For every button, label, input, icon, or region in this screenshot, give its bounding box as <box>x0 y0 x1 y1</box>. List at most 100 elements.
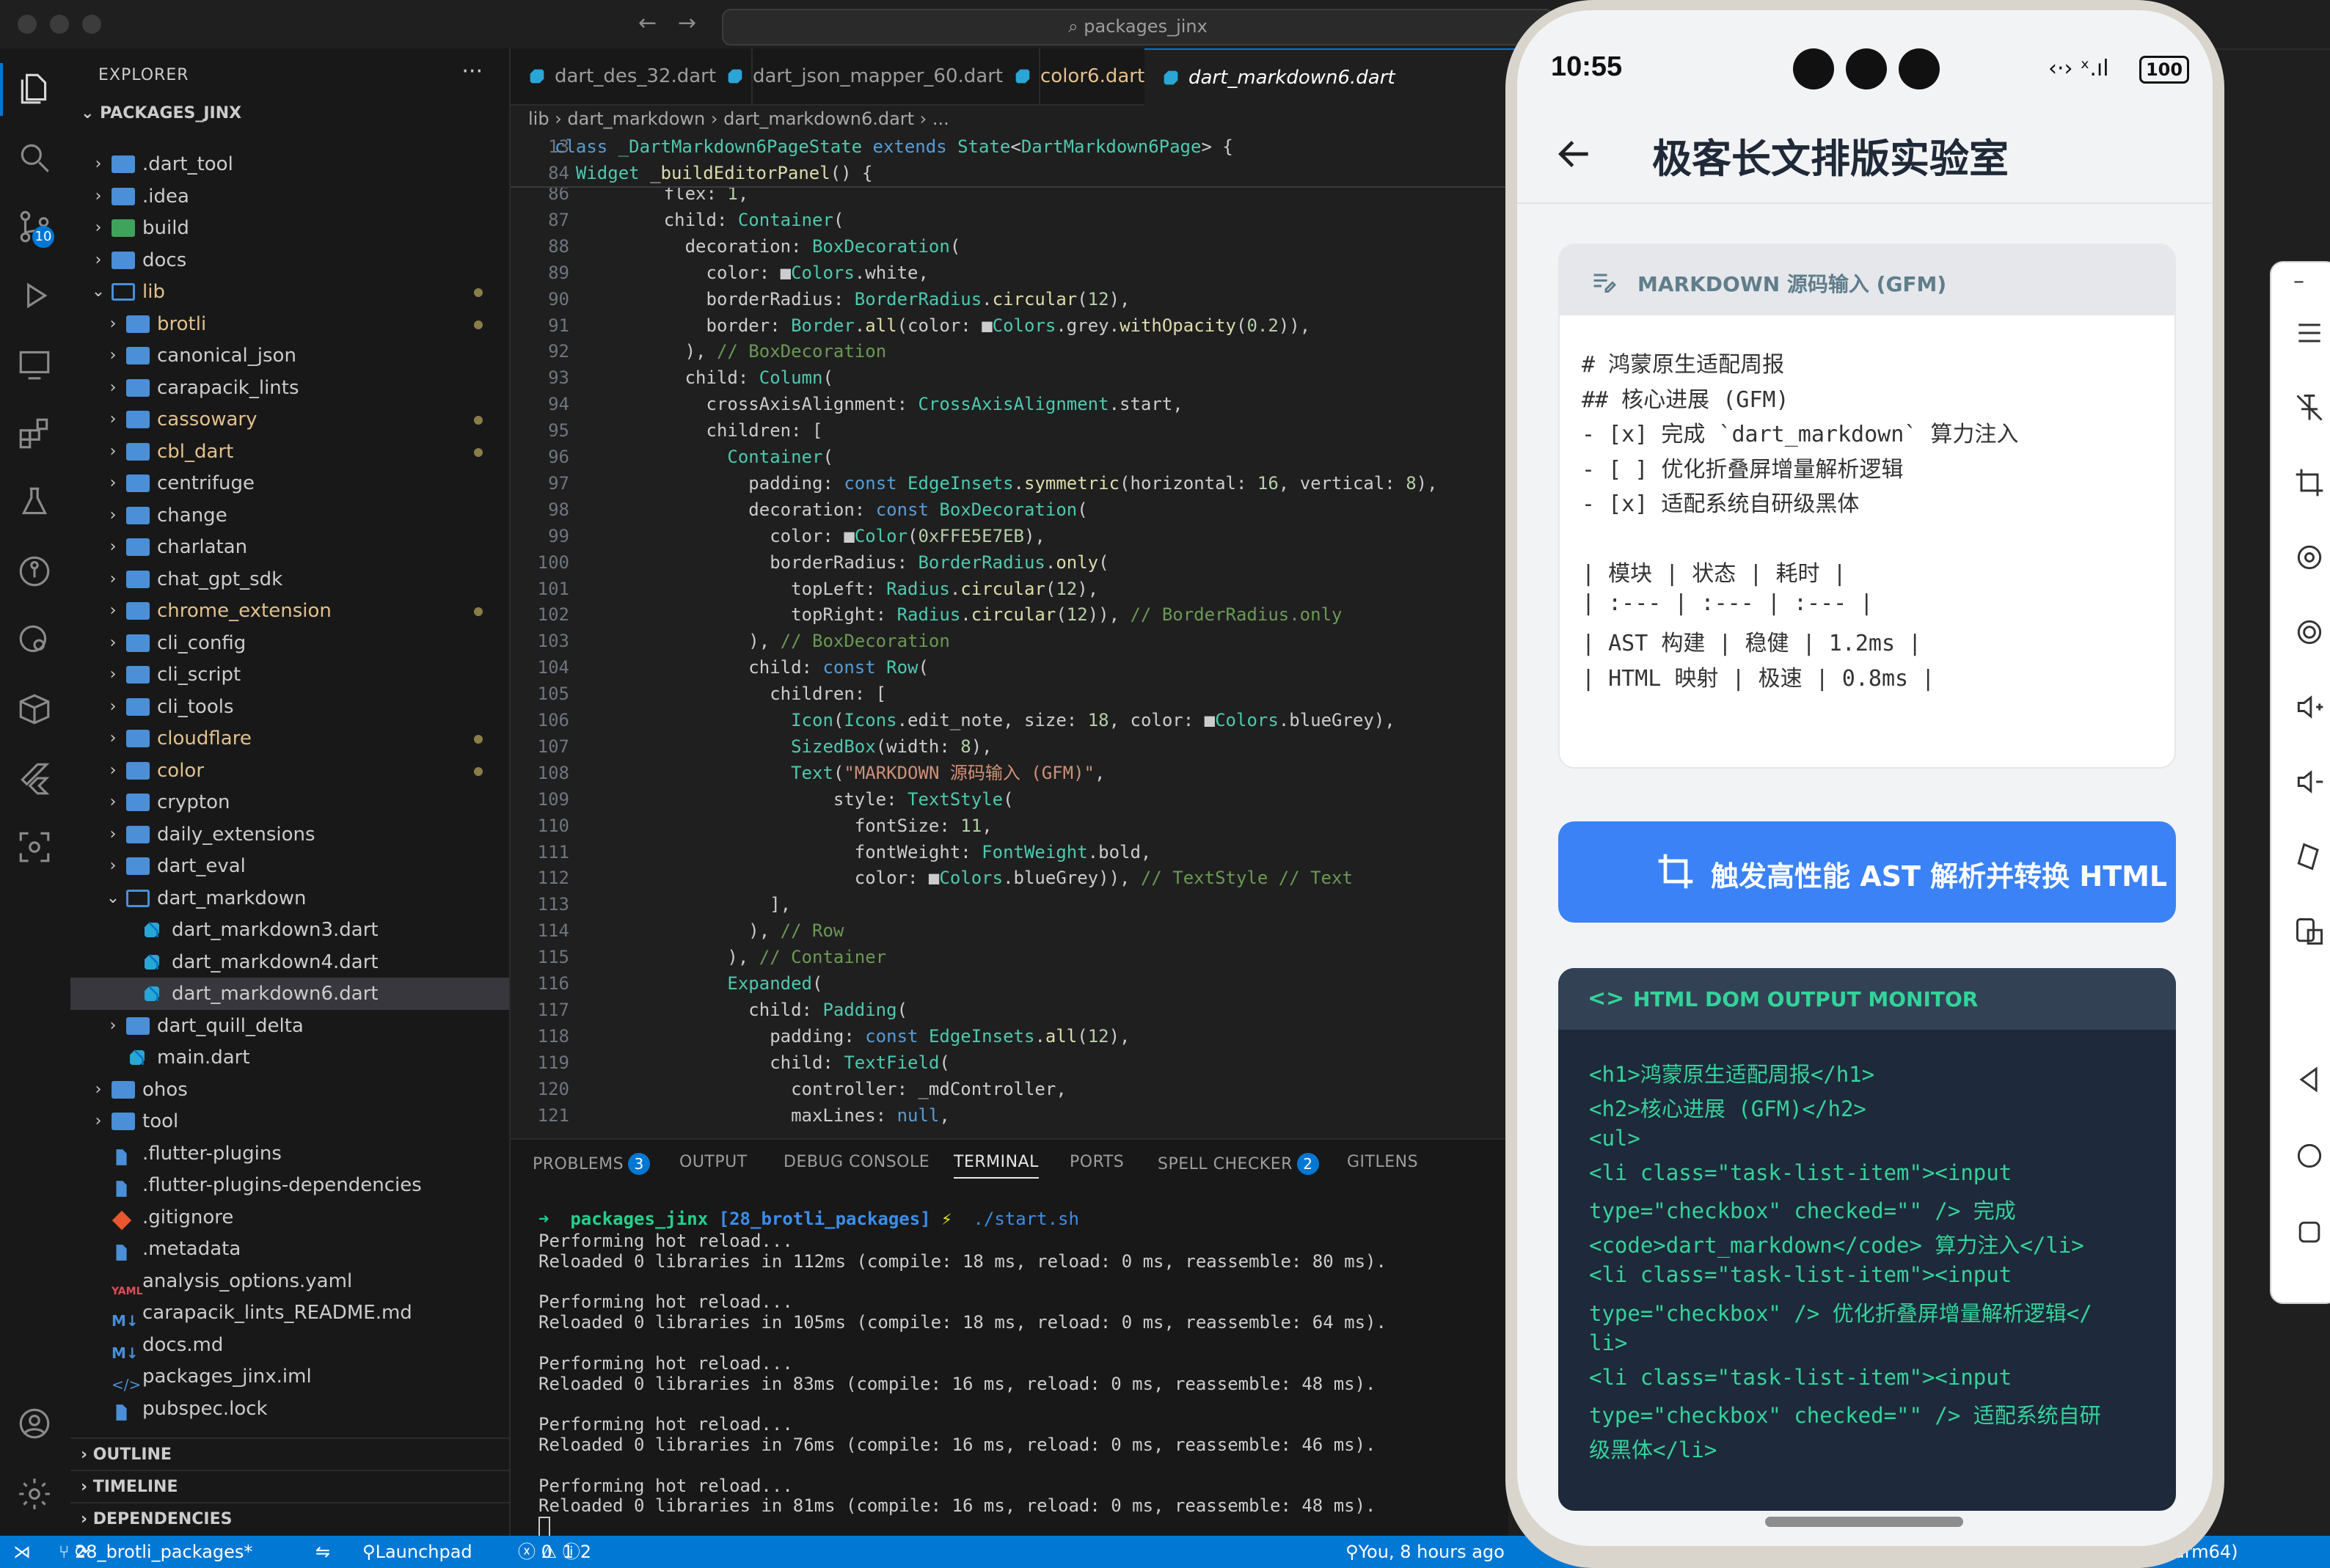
tree-item-pubspec-lock[interactable]: pubspec.lock <box>70 1393 509 1425</box>
tree-item-carapacik-lints-readme-md[interactable]: M↓ carapacik_lints_README.md <box>70 1297 509 1330</box>
tree-item-crypton[interactable]: › crypton <box>70 786 509 818</box>
tree-item-lib[interactable]: ⌄ lib <box>70 276 509 308</box>
code-line[interactable]: 110 fontSize: 11, <box>511 813 1508 839</box>
tree-item-canonical-json[interactable]: › canonical_json <box>70 340 509 372</box>
tree-item-dart-markdown6-dart[interactable]: dart_markdown6.dart <box>70 978 509 1010</box>
code-line[interactable]: 120 controller: _mdController, <box>511 1076 1508 1102</box>
back-arrow-icon[interactable] <box>1554 133 1595 175</box>
code-line[interactable]: 93 child: Column( <box>511 364 1508 391</box>
volume-down-icon[interactable] <box>2293 766 2326 798</box>
code-line[interactable]: 116 Expanded( <box>511 970 1508 997</box>
shake-icon[interactable] <box>2293 840 2326 873</box>
minimize-window-button[interactable] <box>50 15 69 34</box>
code-line[interactable]: 96 Container( <box>511 444 1508 470</box>
panel-tab-terminal[interactable]: TERMINAL <box>954 1153 1039 1179</box>
menu-icon[interactable] <box>2293 317 2326 349</box>
code-line[interactable]: 111 fontWeight: FontWeight.bold, <box>511 839 1508 865</box>
panel-tab-spell-checker[interactable]: SPELL CHECKER 2 <box>1158 1153 1319 1175</box>
volume-up-icon[interactable] <box>2293 691 2326 723</box>
tree-item-daily-extensions[interactable]: › daily_extensions <box>70 818 509 851</box>
tree-item-color[interactable]: › color <box>70 755 509 787</box>
crop-icon[interactable] <box>2293 466 2326 499</box>
tree-item-dart-markdown4-dart[interactable]: dart_markdown4.dart <box>70 946 509 978</box>
home-indicator[interactable] <box>1765 1517 1963 1527</box>
sticky-scroll-line[interactable]: 13 class _DartMarkdown6PageState extends … <box>511 133 1508 161</box>
tree-item-flutter-plugins[interactable]: .flutter-plugins <box>70 1137 509 1170</box>
code-line[interactable]: 119 child: TextField( <box>511 1049 1508 1076</box>
code-line[interactable]: 92 ), // BoxDecoration <box>511 338 1508 364</box>
git-blame-status[interactable]: ⚲ You, 8 hours ago <box>1345 1536 1505 1568</box>
panel-tab-ports[interactable]: PORTS <box>1070 1153 1124 1171</box>
search-icon[interactable] <box>16 139 53 176</box>
parse-convert-button[interactable]: 触发高性能 AST 解析并转换 HTML <box>1558 821 2176 923</box>
close-window-button[interactable] <box>18 15 37 34</box>
home-circle-icon[interactable] <box>2293 1140 2326 1172</box>
tree-item-cli-script[interactable]: › cli_script <box>70 659 509 691</box>
zoom-window-button[interactable] <box>82 15 101 34</box>
code-line[interactable]: 99 color: ■Color(0xFFE5E7EB), <box>511 523 1508 549</box>
tree-item-dart-tool[interactable]: › .dart_tool <box>70 148 509 180</box>
panel-tab-gitlens[interactable]: GITLENS <box>1347 1153 1418 1171</box>
code-line[interactable]: 115 ), // Container <box>511 944 1508 970</box>
code-line[interactable]: 103 ), // BoxDecoration <box>511 628 1508 654</box>
gitlens-inspect-icon[interactable] <box>16 622 53 659</box>
tree-item-centrifuge[interactable]: › centrifuge <box>70 467 509 499</box>
code-line[interactable]: 90 borderRadius: BorderRadius.circular(1… <box>511 286 1508 312</box>
workspace-root[interactable]: ⌄ PACKAGES_JINX <box>81 104 241 122</box>
extensions-icon[interactable] <box>16 415 53 452</box>
remote-icon[interactable]: ⋊ <box>13 1536 31 1568</box>
tree-item-cli-tools[interactable]: › cli_tools <box>70 691 509 723</box>
command-center[interactable]: ⌕ packages_jinx <box>722 9 1554 45</box>
more-actions-icon[interactable]: ··· <box>461 59 483 84</box>
dependencies-section[interactable]: › DEPENDENCIES <box>70 1502 509 1536</box>
rotate-icon[interactable] <box>2293 541 2326 574</box>
testing-icon[interactable] <box>16 484 53 521</box>
tree-item-packages-jinx-iml[interactable]: </> packages_jinx.iml <box>70 1360 509 1393</box>
back-triangle-icon[interactable] <box>2293 1063 2326 1096</box>
sync-icon[interactable]: ⇋ <box>315 1536 330 1568</box>
branch-status[interactable]: ⑂ 28_brotli_packages* ⟳ <box>59 1536 252 1568</box>
tree-item-main-dart[interactable]: main.dart <box>70 1041 509 1074</box>
sticky-scroll-line[interactable]: 84 Widget _buildEditorPanel() { <box>511 160 1508 188</box>
tree-item-brotli[interactable]: › brotli <box>70 308 509 340</box>
code-line[interactable]: 101 topLeft: Radius.circular(12), <box>511 576 1508 602</box>
tree-item-metadata[interactable]: .metadata <box>70 1233 509 1265</box>
timeline-section[interactable]: › TIMELINE <box>70 1470 509 1503</box>
launchpad-status[interactable]: ⚲ Launchpad <box>362 1536 472 1568</box>
account-icon[interactable] <box>16 1405 53 1442</box>
code-line[interactable]: 89 color: ■Colors.white, <box>511 260 1508 286</box>
forward-arrow-icon[interactable]: → <box>678 10 696 36</box>
pin-off-icon[interactable] <box>2293 392 2326 424</box>
tree-item-tool[interactable]: › tool <box>70 1105 509 1137</box>
tree-item-cbl-dart[interactable]: › cbl_dart <box>70 436 509 468</box>
tree-item-dart-eval[interactable]: › dart_eval <box>70 850 509 882</box>
minimize-icon[interactable]: – <box>2293 268 2326 301</box>
tree-item-change[interactable]: › change <box>70 499 509 532</box>
code-line[interactable]: 118 padding: const EdgeInsets.all(12), <box>511 1023 1508 1049</box>
tree-item-charlatan[interactable]: › charlatan <box>70 531 509 563</box>
tree-item-dart-quill-delta[interactable]: › dart_quill_delta <box>70 1010 509 1042</box>
code-line[interactable]: 114 ), // Row <box>511 917 1508 944</box>
code-line[interactable]: 95 children: [ <box>511 417 1508 444</box>
code-line[interactable]: 121 maxLines: null, <box>511 1102 1508 1129</box>
panel-tab-debug-console[interactable]: DEBUG CONSOLE <box>784 1153 930 1171</box>
code-line[interactable]: 108 Text("MARKDOWN 源码输入 (GFM)", <box>511 760 1508 786</box>
panel-tab-output[interactable]: OUTPUT <box>679 1153 748 1171</box>
screenshot-icon[interactable] <box>16 829 53 865</box>
code-line[interactable]: 102 topRight: Radius.circular(12)), // B… <box>511 601 1508 628</box>
source-control-icon[interactable]: 10 <box>16 208 54 248</box>
code-line[interactable]: 117 child: Padding( <box>511 997 1508 1023</box>
tree-item-idea[interactable]: › .idea <box>70 180 509 213</box>
breadcrumb[interactable]: lib › dart_markdown › dart_markdown6.dar… <box>528 104 949 133</box>
tree-item-dart-markdown[interactable]: ⌄ dart_markdown <box>70 882 509 915</box>
tab-dart-json-mapper-60[interactable]: dart_json_mapper_60.dart <box>709 48 1040 104</box>
remote-explorer-icon[interactable] <box>16 346 53 383</box>
tab-dart-markdown6[interactable]: dart_markdown6.dart <box>1144 48 1557 106</box>
gitlens-icon[interactable] <box>16 553 53 590</box>
tree-item-ohos[interactable]: › ohos <box>70 1074 509 1106</box>
overview-square-icon[interactable] <box>2293 1216 2326 1248</box>
flutter-icon[interactable] <box>16 760 53 796</box>
tree-item-dart-markdown3-dart[interactable]: dart_markdown3.dart <box>70 914 509 946</box>
tree-item-chrome-extension[interactable]: › chrome_extension <box>70 595 509 627</box>
problems-status[interactable]: ⓧ 0 ⚠ 1 ⓘ 2 <box>518 1536 591 1568</box>
